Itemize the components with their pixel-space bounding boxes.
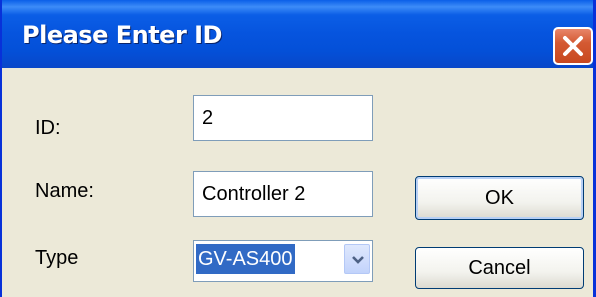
chevron-down-icon <box>352 256 364 264</box>
close-icon <box>563 36 583 56</box>
close-button[interactable] <box>553 27 593 65</box>
cancel-button[interactable]: Cancel <box>415 247 584 289</box>
title-bar[interactable]: Please Enter ID <box>2 0 593 68</box>
type-select-value: GV-AS400 <box>196 244 295 274</box>
dialog-window: Please Enter ID ID: 2 Name: Controller 2… <box>0 0 596 297</box>
name-field[interactable]: Controller 2 <box>193 171 373 217</box>
type-label: Type <box>35 247 79 269</box>
dialog-title: Please Enter ID <box>22 21 222 49</box>
ok-button[interactable]: OK <box>415 176 584 220</box>
id-field[interactable]: 2 <box>193 95 373 141</box>
type-select[interactable]: GV-AS400 <box>193 240 373 282</box>
type-select-dropdown[interactable] <box>344 244 370 274</box>
name-label: Name: <box>35 180 94 202</box>
id-label: ID: <box>35 117 61 139</box>
